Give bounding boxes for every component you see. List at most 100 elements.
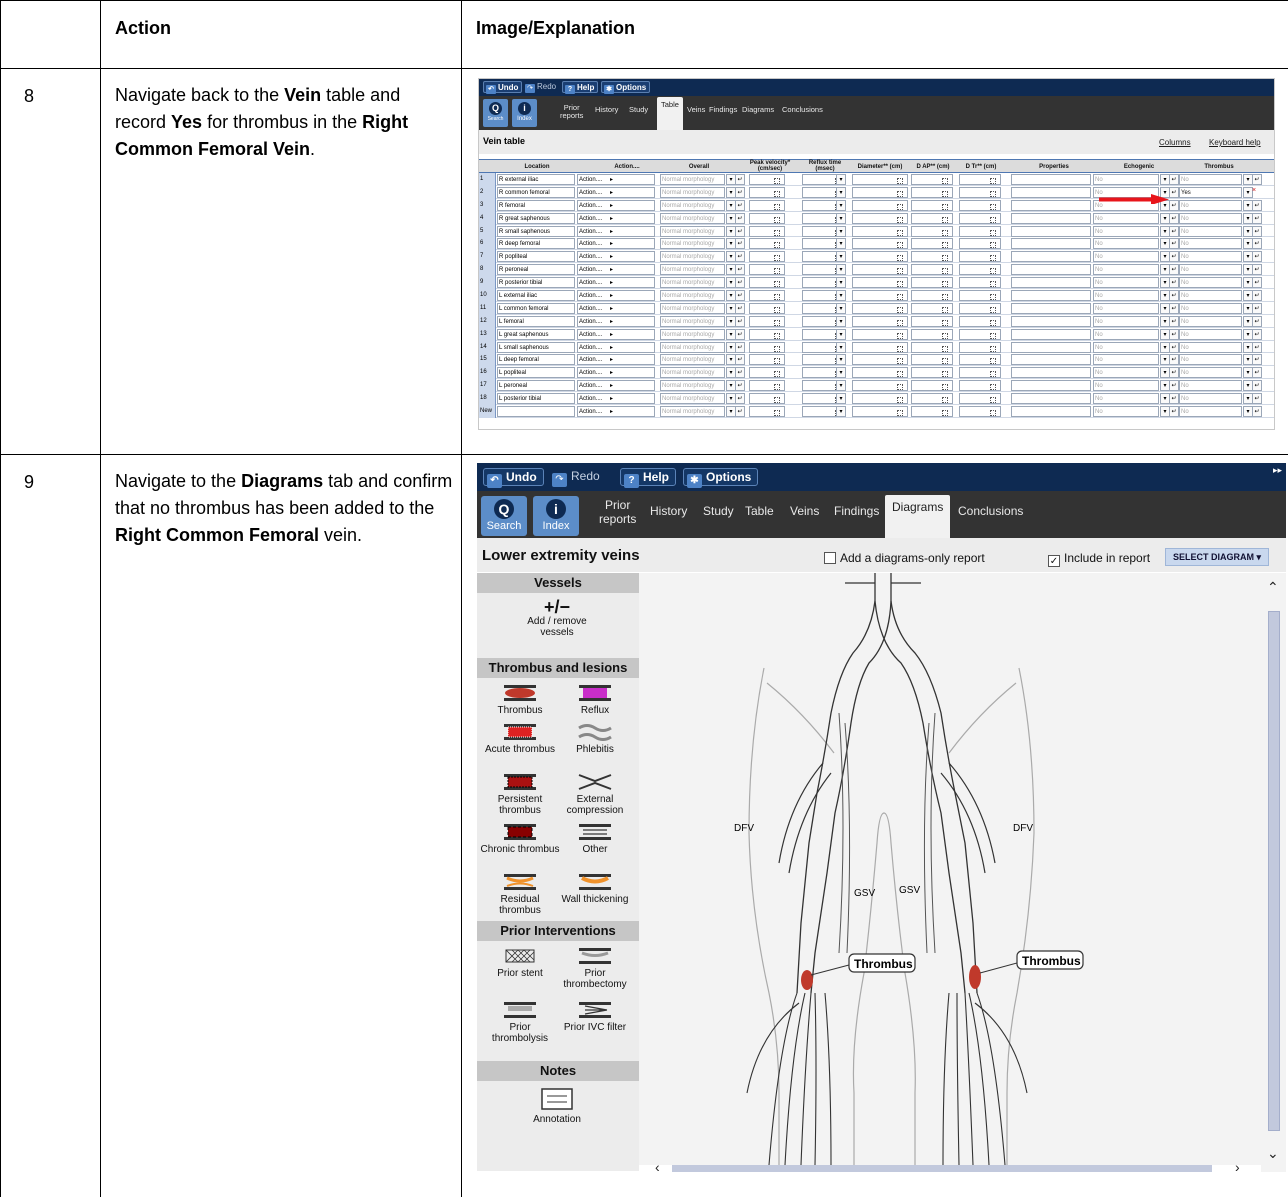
- thrombus-enter-icon[interactable]: ↵: [1252, 367, 1262, 379]
- reflux-dropdown-icon[interactable]: ▾: [836, 354, 846, 366]
- overall-enter-icon[interactable]: ↵: [735, 354, 745, 366]
- echogenic-enter-icon[interactable]: ↵: [1169, 225, 1179, 237]
- thrombus-select[interactable]: No: [1179, 277, 1242, 289]
- include-in-report-checkbox[interactable]: ✓ Include in report: [1048, 551, 1150, 567]
- calculator-icon[interactable]: [774, 319, 780, 326]
- calculator-icon[interactable]: [897, 345, 903, 352]
- echogenic-enter-icon[interactable]: ↵: [1169, 264, 1179, 276]
- thrombus-select[interactable]: Yes: [1179, 186, 1242, 198]
- right-thrombus-marker[interactable]: [801, 970, 813, 990]
- reflux-dropdown-icon[interactable]: ▾: [836, 341, 846, 353]
- overall-enter-icon[interactable]: ↵: [735, 225, 745, 237]
- help-button[interactable]: ? Help: [562, 81, 599, 94]
- select-diagram-dropdown[interactable]: SELECT DIAGRAM ▾: [1165, 548, 1269, 566]
- measurement-input[interactable]: [852, 367, 908, 379]
- measurement-input[interactable]: [959, 290, 1001, 302]
- calculator-icon[interactable]: [942, 319, 948, 326]
- calculator-icon[interactable]: [774, 242, 780, 249]
- calculator-icon[interactable]: [897, 371, 903, 378]
- measurement-input[interactable]: [911, 315, 953, 327]
- echogenic-select[interactable]: No: [1093, 290, 1159, 302]
- calculator-icon[interactable]: [942, 229, 948, 236]
- tool-prior-thrombolysis[interactable]: Prior thrombolysis: [480, 1001, 560, 1044]
- measurement-input[interactable]: [959, 354, 1001, 366]
- thrombus-select[interactable]: No: [1179, 212, 1242, 224]
- properties-input[interactable]: [1011, 380, 1091, 392]
- scroll-down-icon[interactable]: ⌄: [1267, 1145, 1279, 1162]
- location-cell[interactable]: L great saphenous: [497, 328, 575, 340]
- table-row[interactable]: 11L common femoralAction.... Normal morph…: [479, 301, 1274, 315]
- location-cell[interactable]: R small saphenous: [497, 225, 575, 237]
- thrombus-enter-icon[interactable]: ↵: [1252, 277, 1262, 289]
- calculator-icon[interactable]: [942, 281, 948, 288]
- measurement-input[interactable]: [749, 406, 785, 418]
- tool-annotation[interactable]: Annotation: [517, 1087, 597, 1125]
- table-row[interactable]: 7R poplitealAction.... Normal morphology ▾…: [479, 250, 1274, 264]
- measurement-input[interactable]: [852, 354, 908, 366]
- thrombus-select[interactable]: No: [1179, 264, 1242, 276]
- keyboard-help-link[interactable]: Keyboard help: [1209, 138, 1261, 147]
- calculator-icon[interactable]: [990, 397, 996, 404]
- thrombus-enter-icon[interactable]: ↵: [1252, 225, 1262, 237]
- calculator-icon[interactable]: [990, 229, 996, 236]
- calculator-icon[interactable]: [774, 306, 780, 313]
- tab-veins[interactable]: Veins: [790, 504, 819, 518]
- reflux-dropdown-icon[interactable]: ▾: [836, 186, 846, 198]
- measurement-input[interactable]: [959, 225, 1001, 237]
- location-cell[interactable]: R common femoral: [497, 186, 575, 198]
- overall-enter-icon[interactable]: ↵: [735, 199, 745, 211]
- action-dropdown[interactable]: Action....: [577, 225, 655, 237]
- tool-external-compression[interactable]: External compression: [555, 773, 635, 816]
- measurement-input[interactable]: [911, 251, 953, 263]
- reflux-dropdown-icon[interactable]: ▾: [836, 251, 846, 263]
- location-cell[interactable]: R popliteal: [497, 251, 575, 263]
- tab-conclusions[interactable]: Conclusions: [782, 106, 823, 114]
- tab-diagrams[interactable]: Diagrams: [742, 106, 774, 114]
- overall-select[interactable]: Normal morphology: [660, 315, 725, 327]
- measurement-input[interactable]: [911, 341, 953, 353]
- thrombus-select[interactable]: No: [1179, 302, 1242, 314]
- measurement-input[interactable]: [911, 354, 953, 366]
- action-dropdown[interactable]: Action....: [577, 212, 655, 224]
- calculator-icon[interactable]: [990, 178, 996, 184]
- calculator-icon[interactable]: [897, 319, 903, 326]
- measurement-input[interactable]: [852, 315, 908, 327]
- overall-enter-icon[interactable]: ↵: [735, 406, 745, 418]
- echogenic-enter-icon[interactable]: ↵: [1169, 174, 1179, 185]
- action-dropdown[interactable]: Action....: [577, 315, 655, 327]
- calculator-icon[interactable]: [897, 294, 903, 301]
- properties-input[interactable]: [1011, 264, 1091, 276]
- action-dropdown[interactable]: Action....: [577, 302, 655, 314]
- overall-enter-icon[interactable]: ↵: [735, 380, 745, 392]
- action-dropdown[interactable]: Action....: [577, 354, 655, 366]
- diagrams-only-checkbox[interactable]: Add a diagrams-only report: [824, 551, 985, 565]
- measurement-input[interactable]: [749, 251, 785, 263]
- measurement-input[interactable]: [911, 277, 953, 289]
- action-dropdown[interactable]: Action....: [577, 341, 655, 353]
- calculator-icon[interactable]: [990, 294, 996, 301]
- reflux-dropdown-icon[interactable]: ▾: [836, 406, 846, 418]
- table-row[interactable]: 5R small saphenousAction.... Normal morph…: [479, 224, 1274, 238]
- action-dropdown[interactable]: Action....: [577, 393, 655, 405]
- measurement-input[interactable]: [959, 328, 1001, 340]
- echogenic-select[interactable]: No: [1093, 406, 1159, 418]
- measurement-input[interactable]: [852, 251, 908, 263]
- overall-enter-icon[interactable]: ↵: [735, 251, 745, 263]
- properties-input[interactable]: [1011, 290, 1091, 302]
- echogenic-enter-icon[interactable]: ↵: [1169, 199, 1179, 211]
- location-cell[interactable]: R posterior tibial: [497, 277, 575, 289]
- table-row[interactable]: 16L poplitealAction.... Normal morphology…: [479, 366, 1274, 380]
- thrombus-select[interactable]: No: [1179, 199, 1242, 211]
- calculator-icon[interactable]: [897, 410, 903, 417]
- tab-diagrams[interactable]: Diagrams: [885, 495, 951, 538]
- echogenic-select[interactable]: No: [1093, 212, 1159, 224]
- thrombus-enter-icon[interactable]: ↵: [1252, 199, 1262, 211]
- echogenic-enter-icon[interactable]: ↵: [1169, 277, 1179, 289]
- echogenic-enter-icon[interactable]: ↵: [1169, 315, 1179, 327]
- overall-select[interactable]: Normal morphology: [660, 199, 725, 211]
- properties-input[interactable]: [1011, 341, 1091, 353]
- calculator-icon[interactable]: [990, 319, 996, 326]
- calculator-icon[interactable]: [774, 216, 780, 223]
- echogenic-select[interactable]: No: [1093, 238, 1159, 250]
- thrombus-enter-icon[interactable]: ↵: [1252, 341, 1262, 353]
